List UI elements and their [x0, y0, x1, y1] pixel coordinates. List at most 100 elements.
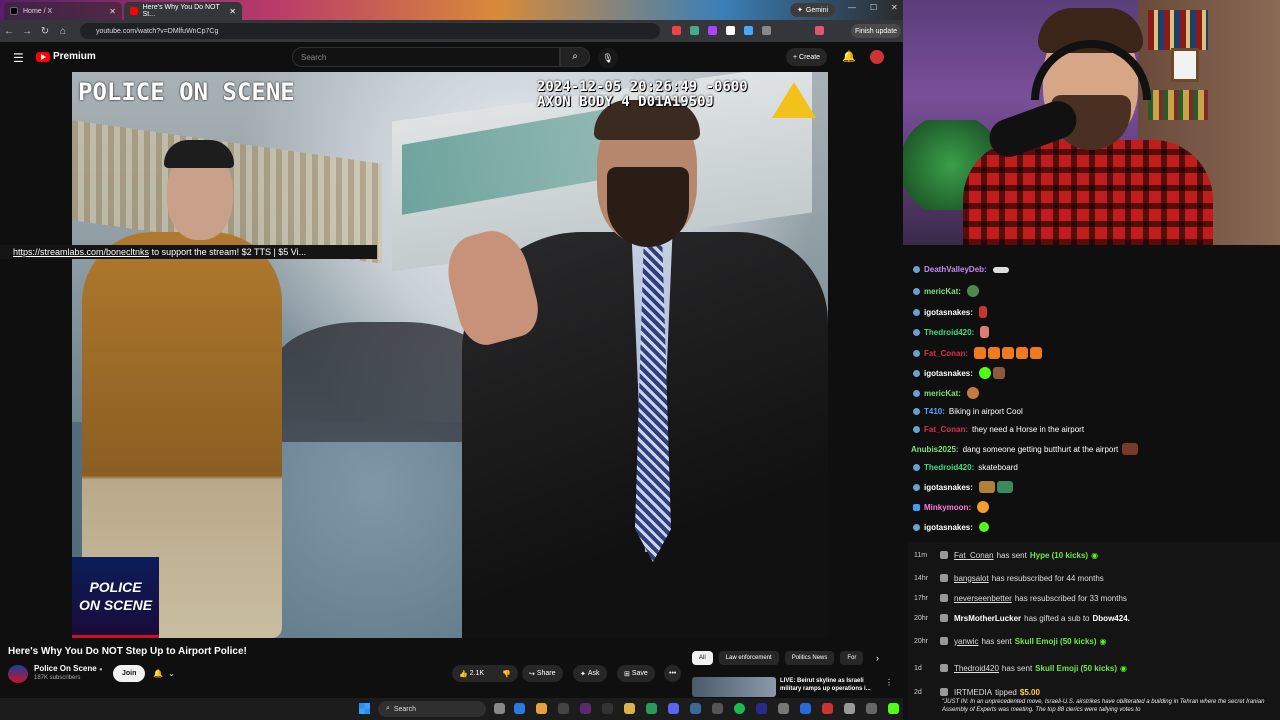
app-icon[interactable]: [580, 703, 591, 714]
dislike-button[interactable]: 👎: [502, 670, 511, 678]
search-icon: ⌕: [386, 705, 390, 712]
chat-username[interactable]: Thedroid420:: [924, 463, 974, 472]
search-input[interactable]: Search: [292, 47, 560, 67]
chat-text: they need a Horse in the airport: [972, 425, 1085, 434]
chat-username[interactable]: Anubis2025:: [911, 445, 959, 454]
webcam-books: [1148, 10, 1208, 50]
chip-all[interactable]: All: [692, 651, 713, 665]
finish-update-button[interactable]: Finish update: [851, 24, 902, 38]
obs-icon[interactable]: [712, 703, 723, 714]
windows-start-icon[interactable]: [359, 703, 370, 714]
app-icon[interactable]: [866, 703, 877, 714]
chat-username[interactable]: T410:: [924, 407, 945, 416]
task-view-icon[interactable]: [494, 703, 505, 714]
app-icon[interactable]: [690, 703, 701, 714]
join-button[interactable]: Join: [113, 665, 146, 682]
chat-message: DeathValleyDeb:: [913, 265, 1009, 274]
close-icon[interactable]: ✕: [229, 7, 236, 16]
chip-for[interactable]: For: [840, 651, 864, 665]
create-button[interactable]: + Create: [786, 48, 828, 66]
event-time: 14hr: [914, 574, 929, 582]
chat-username[interactable]: igotasnakes:: [924, 308, 973, 317]
url-field[interactable]: youtube.com/watch?v=DMlfuWnCp7Cg: [80, 23, 660, 39]
chat-username[interactable]: igotasnakes:: [924, 369, 973, 378]
minimize-icon[interactable]: —: [848, 3, 856, 12]
video-player[interactable]: POLICE ON SCENE 2024-12-05 20:26:49 -060…: [72, 72, 828, 638]
kick-icon[interactable]: [888, 703, 899, 714]
channel-avatar[interactable]: [8, 665, 28, 683]
taskbar-search-label: Search: [393, 705, 416, 713]
app-icon[interactable]: [558, 703, 569, 714]
more-vertical-icon[interactable]: ⋮: [885, 678, 893, 687]
chat-username[interactable]: Minkymoon:: [924, 503, 971, 512]
chat-username[interactable]: mericKat:: [924, 287, 961, 296]
reload-icon[interactable]: ↻: [36, 26, 54, 37]
extension-icon[interactable]: [708, 26, 717, 35]
app-icon[interactable]: [602, 703, 613, 714]
kick-icon: [940, 637, 948, 645]
like-button[interactable]: 👍 2.1K: [459, 670, 484, 678]
event-user[interactable]: bangsalot: [954, 574, 989, 583]
app-icon[interactable]: [646, 703, 657, 714]
chevron-right-icon[interactable]: ›: [876, 653, 879, 663]
taskbar-search[interactable]: ⌕ Search: [378, 701, 486, 717]
event-user[interactable]: Fat_Conan: [954, 551, 994, 560]
share-button[interactable]: ↪ Share: [522, 665, 563, 682]
channel-name[interactable]: Police On Scene ●: [34, 664, 103, 673]
window-close-icon[interactable]: ✕: [891, 3, 898, 12]
extension-icon[interactable]: [690, 26, 699, 35]
chat-username[interactable]: DeathValleyDeb:: [924, 265, 987, 274]
subscription-bell-button[interactable]: 🔔 ⌄: [147, 665, 181, 682]
chat-username[interactable]: igotasnakes:: [924, 523, 973, 532]
maximize-icon[interactable]: ☐: [870, 3, 877, 12]
file-explorer-icon[interactable]: [624, 703, 635, 714]
more-actions-button[interactable]: •••: [664, 665, 682, 682]
chat-username[interactable]: Fat_Conan:: [924, 425, 968, 434]
app-icon[interactable]: [844, 703, 855, 714]
event-recipient: Dbow424.: [1092, 613, 1130, 623]
chat-username[interactable]: Thedroid420:: [924, 328, 974, 337]
event-user[interactable]: neverseenbetter: [954, 594, 1012, 603]
tab-home-x[interactable]: Home / X ✕: [4, 2, 122, 20]
event-user[interactable]: MrsMotherLucker: [954, 614, 1021, 623]
event-user[interactable]: Thedroid420: [954, 664, 999, 673]
gemini-button[interactable]: ✦ Gemini: [790, 3, 836, 17]
app-icon[interactable]: [822, 703, 833, 714]
chrome-icon[interactable]: [536, 703, 547, 714]
discord-icon[interactable]: [668, 703, 679, 714]
chat-username[interactable]: mericKat:: [924, 389, 961, 398]
save-button[interactable]: ⊞ Save: [617, 665, 655, 682]
youtube-logo[interactable]: Premium: [36, 51, 96, 62]
extension-icon[interactable]: [744, 26, 753, 35]
extension-icon[interactable]: [726, 26, 735, 35]
extension-icon[interactable]: [672, 26, 681, 35]
app-icon[interactable]: [756, 703, 767, 714]
ask-button[interactable]: ✦ Ask: [573, 665, 607, 682]
voice-search-button[interactable]: 🎙: [598, 48, 618, 68]
avatar[interactable]: [870, 50, 884, 64]
event-user[interactable]: yanwic: [954, 637, 978, 646]
chip-politics-news[interactable]: Politics News: [784, 651, 835, 665]
app-icon[interactable]: [800, 703, 811, 714]
badge-icon: [913, 308, 920, 316]
recommended-video-thumbnail[interactable]: [692, 677, 776, 697]
close-icon[interactable]: ✕: [109, 7, 116, 16]
notifications-icon[interactable]: 🔔: [842, 50, 856, 63]
tab-youtube-video[interactable]: Here's Why You Do NOT St... ✕: [124, 2, 242, 20]
edge-icon[interactable]: [514, 703, 525, 714]
spotify-icon[interactable]: [734, 703, 745, 714]
forward-icon[interactable]: →: [18, 26, 36, 37]
home-icon[interactable]: ⌂: [54, 26, 72, 37]
event-user[interactable]: IRTMEDIA: [954, 688, 992, 697]
profile-icon[interactable]: [815, 26, 824, 35]
logo-text: Premium: [53, 51, 96, 62]
chip-law-enforcement[interactable]: Law enforcement: [718, 651, 779, 665]
menu-icon[interactable]: ☰: [13, 51, 24, 65]
back-icon[interactable]: ←: [0, 26, 18, 37]
extensions-puzzle-icon[interactable]: [762, 26, 771, 35]
app-icon[interactable]: [778, 703, 789, 714]
recommended-video-title[interactable]: LIVE: Beirut skyline as Israeli military…: [780, 677, 880, 693]
search-button[interactable]: ⌕: [560, 47, 590, 67]
chat-username[interactable]: igotasnakes:: [924, 483, 973, 492]
chat-username[interactable]: Fat_Conan:: [924, 349, 968, 358]
